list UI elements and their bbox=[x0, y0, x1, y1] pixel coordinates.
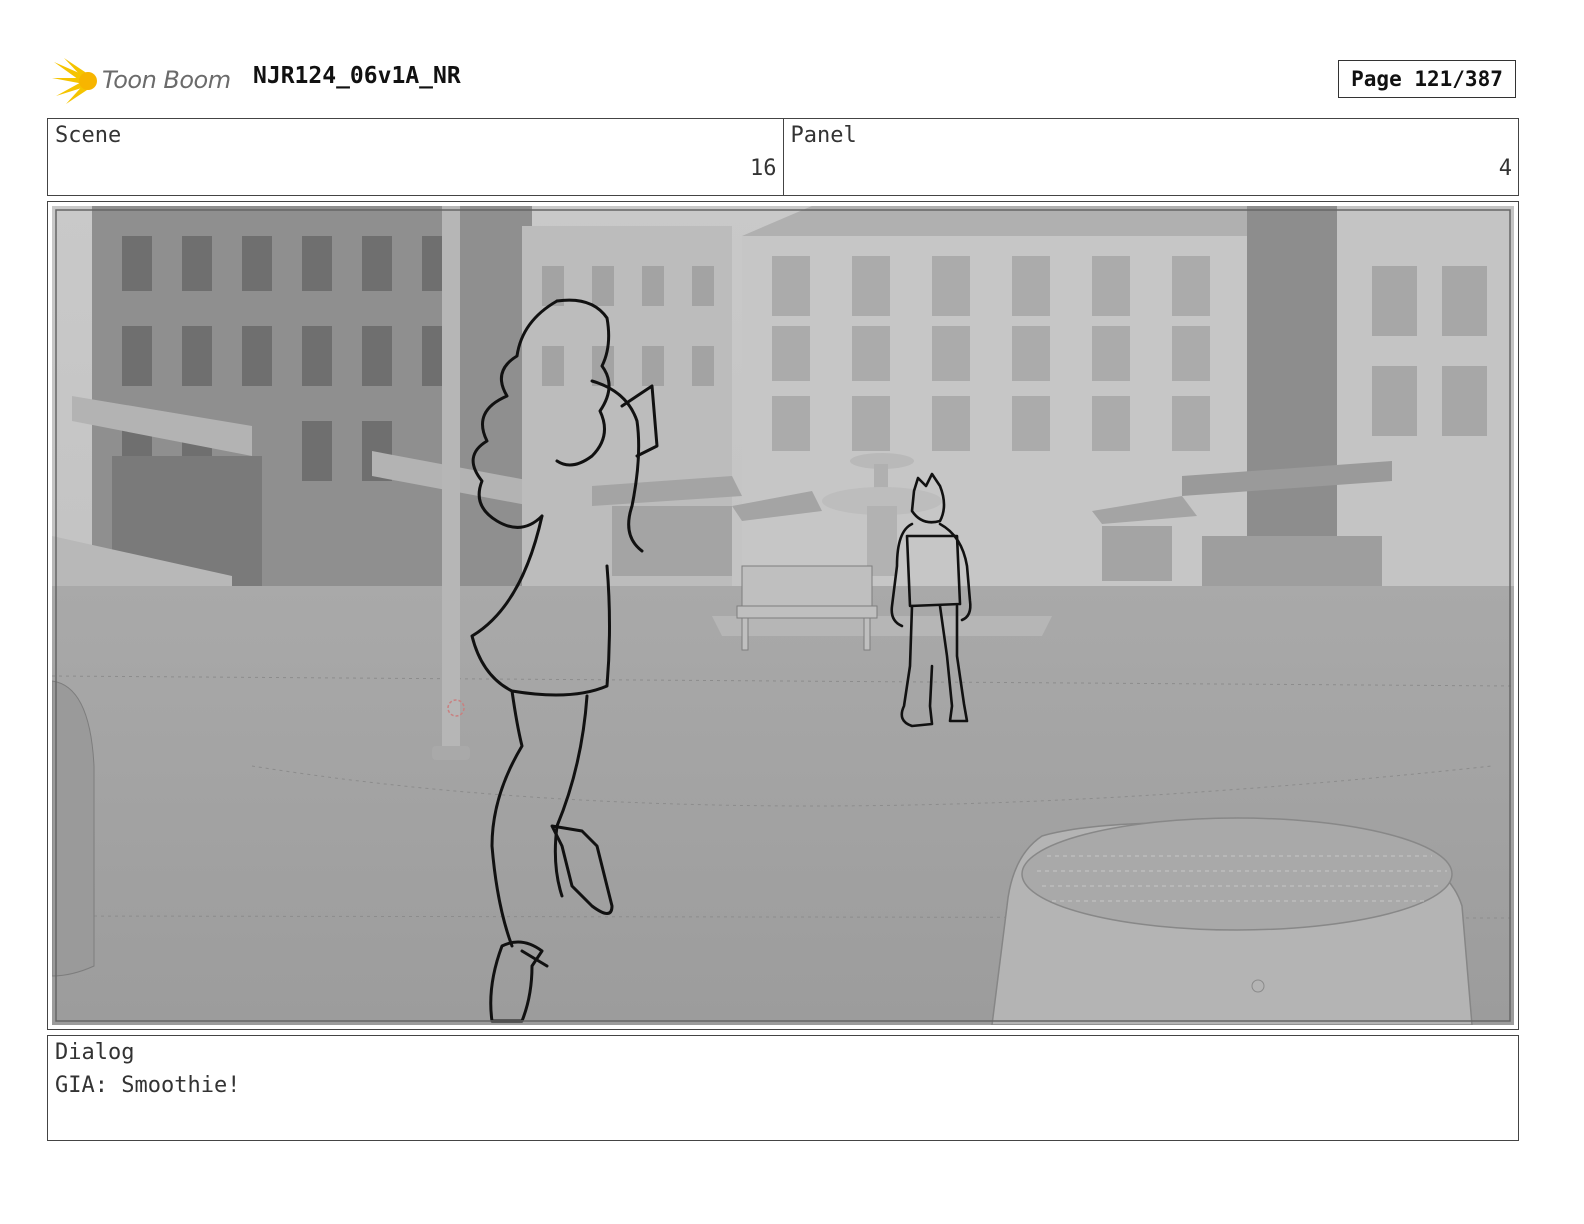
scene-panel-row: Scene 16 Panel 4 bbox=[47, 118, 1519, 196]
logo-starburst-icon bbox=[52, 58, 97, 104]
storyboard-panel-image bbox=[52, 206, 1514, 1025]
dialog-box: Dialog GIA: Smoothie! bbox=[47, 1035, 1519, 1141]
scene-number: 16 bbox=[750, 156, 777, 181]
dialog-label: Dialog bbox=[55, 1040, 135, 1065]
barrel-left bbox=[52, 680, 95, 977]
dialog-text: GIA: Smoothie! bbox=[55, 1073, 241, 1098]
page-number-badge: Page 121/387 bbox=[1338, 60, 1516, 98]
logo-text: Toon Boom bbox=[102, 66, 231, 94]
panel-cell: Panel 4 bbox=[782, 119, 1519, 195]
panel-label: Panel bbox=[790, 123, 857, 148]
building-back bbox=[742, 206, 1252, 596]
scene-label: Scene bbox=[55, 123, 122, 148]
storyboard-sketch-illustration bbox=[52, 206, 1514, 1025]
barrel-right bbox=[991, 817, 1473, 1025]
scene-cell: Scene 16 bbox=[48, 119, 783, 195]
toon-boom-logo: Toon Boom bbox=[52, 56, 242, 106]
panel-number: 4 bbox=[1498, 156, 1512, 181]
storyboard-panel-frame bbox=[47, 201, 1519, 1030]
document-title: NJR124_06v1A_NR bbox=[253, 63, 461, 89]
